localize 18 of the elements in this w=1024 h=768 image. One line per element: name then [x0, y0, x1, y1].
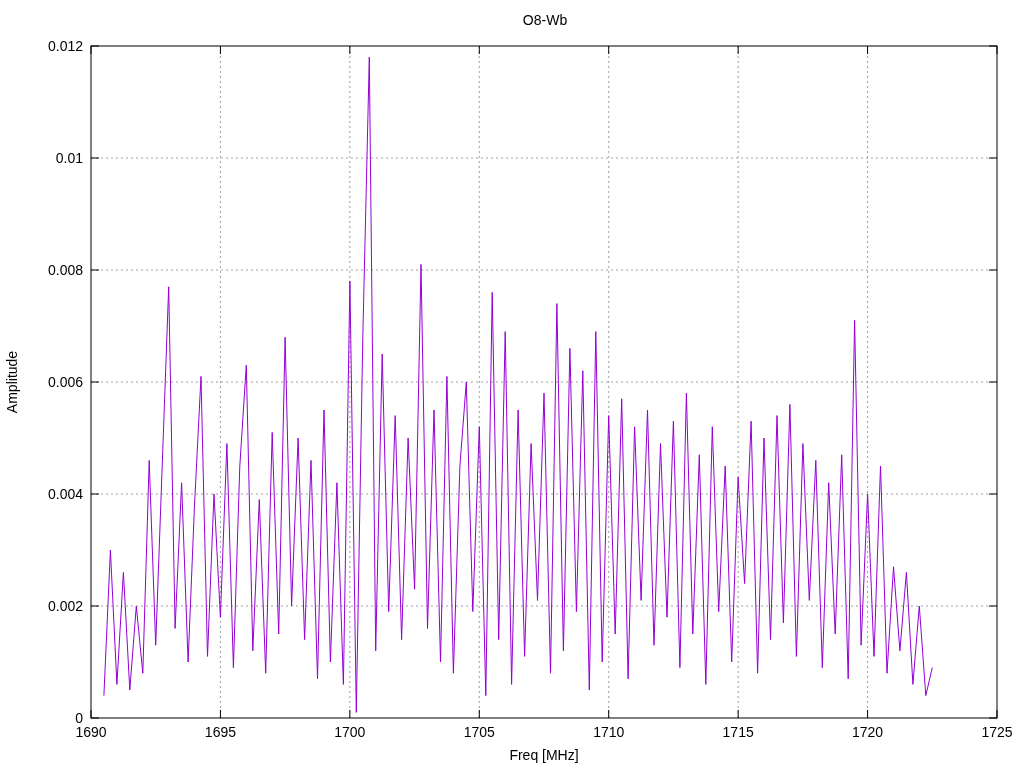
tick-label: 1725 — [981, 724, 1013, 740]
tick-label: 1705 — [463, 724, 495, 740]
tick-label: 0.01 — [55, 150, 83, 166]
y-axis-label: Amplitude — [4, 350, 20, 414]
tick-label: 1720 — [852, 724, 884, 740]
tick-label: 0.008 — [47, 262, 83, 278]
tick-label: 1700 — [334, 724, 366, 740]
tick-label: 1710 — [593, 724, 625, 740]
tick-label: 0.006 — [47, 374, 83, 390]
x-axis-label: Freq [MHz] — [509, 747, 579, 763]
tick-label: 0 — [75, 710, 83, 726]
tick-label: 0.004 — [47, 486, 83, 502]
tick-label: 0.002 — [47, 598, 83, 614]
tick-label: 0.012 — [47, 38, 83, 54]
tick-label: 1690 — [75, 724, 107, 740]
tick-label: 1715 — [722, 724, 754, 740]
tick-label: 1695 — [204, 724, 236, 740]
chart-title: O8-Wb — [522, 12, 568, 28]
